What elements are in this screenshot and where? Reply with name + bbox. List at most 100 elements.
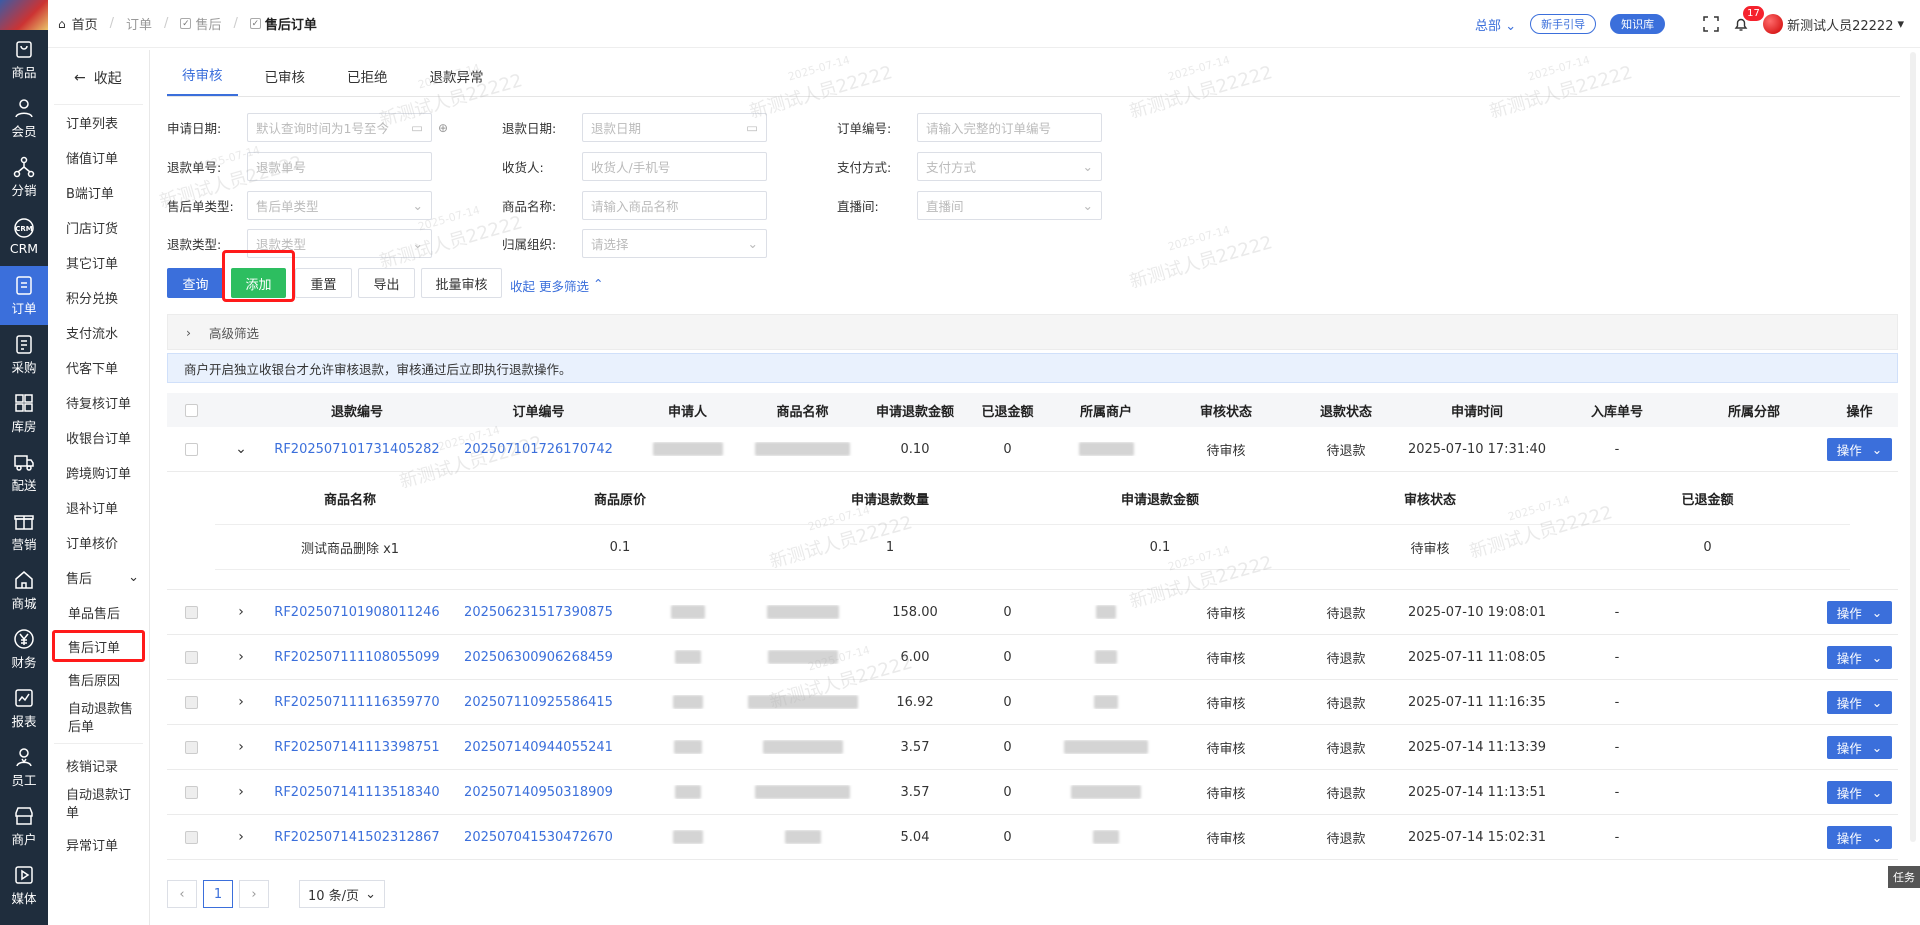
refund-no-input[interactable]: 退款单号	[247, 152, 432, 181]
order-no-link[interactable]: 202507140944055241	[447, 740, 630, 755]
live-select[interactable]: 直播间 ⌄	[917, 191, 1102, 220]
notification-button[interactable]: 17	[1733, 6, 1764, 32]
sidebar-item[interactable]: 订单列表	[48, 105, 149, 140]
expand-toggle[interactable]: ›	[215, 694, 267, 710]
goods-name-input[interactable]: 请输入商品名称	[582, 191, 767, 220]
refund-no-link[interactable]: RF202507141113398751	[267, 740, 447, 755]
sidebar-item[interactable]: 门店订货	[48, 210, 149, 245]
sidebar-item[interactable]: 支付流水	[48, 315, 149, 350]
operation-dropdown[interactable]: 操作 ⌄	[1826, 825, 1893, 849]
order-no-link[interactable]: 202506231517390875	[447, 605, 630, 620]
sidebar-item[interactable]: 代客下单	[48, 350, 149, 385]
order-no-link[interactable]: 202507101726170742	[447, 442, 630, 457]
tab-2[interactable]: 已拒绝	[332, 66, 403, 96]
sidebar-sub-item[interactable]: 售后订单	[52, 630, 145, 662]
next-page-button[interactable]: ›	[239, 880, 269, 908]
sidebar-item[interactable]: 退补订单	[48, 490, 149, 525]
org-select[interactable]: 请选择 ⌄	[582, 229, 767, 258]
operation-dropdown[interactable]: 操作 ⌄	[1826, 690, 1893, 714]
expand-toggle[interactable]: ›	[215, 784, 267, 800]
breadcrumb-orders[interactable]: 订单	[126, 14, 152, 33]
rail-item-14[interactable]: 媒体	[0, 856, 48, 915]
sidebar-item[interactable]: 核销记录	[48, 748, 149, 783]
row-checkbox[interactable]	[184, 740, 198, 754]
row-checkbox[interactable]	[184, 785, 198, 799]
order-no-link[interactable]: 202507041530472670	[447, 830, 630, 845]
page-size-select[interactable]: 10 条/页 ⌄	[299, 880, 385, 908]
tab-3[interactable]: 退款异常	[415, 66, 499, 96]
expand-toggle[interactable]: ⌄	[215, 441, 267, 457]
order-no-link[interactable]: 202507110925586415	[447, 695, 630, 710]
sidebar-item[interactable]: 订单核价	[48, 525, 149, 560]
breadcrumb-home[interactable]: 首页	[72, 14, 98, 33]
operation-dropdown[interactable]: 操作 ⌄	[1826, 735, 1893, 759]
task-button[interactable]: 任务	[1888, 866, 1920, 888]
user-menu[interactable]: 新测试人员22222 ▾	[1763, 14, 1904, 34]
rail-item-11[interactable]: 报表	[0, 679, 48, 738]
after-type-select[interactable]: 售后单类型 ⌄	[247, 191, 432, 220]
rail-item-5[interactable]: 采购	[0, 325, 48, 384]
operation-dropdown[interactable]: 操作 ⌄	[1826, 600, 1893, 624]
export-button[interactable]: 导出	[358, 268, 415, 298]
refund-no-link[interactable]: RF202507141113518340	[267, 785, 447, 800]
sidebar-item[interactable]: 异常订单	[48, 827, 149, 862]
sidebar-collapse-button[interactable]: ← 收起	[48, 60, 149, 96]
add-circle-icon[interactable]: ⊕	[438, 121, 448, 135]
guide-button[interactable]: 新手引导	[1530, 14, 1597, 34]
sidebar-item[interactable]: 待复核订单	[48, 385, 149, 420]
order-no-link[interactable]: 202507140950318909	[447, 785, 630, 800]
row-checkbox[interactable]	[184, 695, 198, 709]
fullscreen-icon[interactable]	[1703, 16, 1719, 32]
select-all-checkbox[interactable]	[184, 403, 198, 417]
rail-item-8[interactable]: 营销	[0, 502, 48, 561]
tab-1[interactable]: 已审核	[250, 66, 321, 96]
rail-item-12[interactable]: 员工	[0, 738, 48, 797]
prev-page-button[interactable]: ‹	[167, 880, 197, 908]
operation-dropdown[interactable]: 操作 ⌄	[1826, 780, 1893, 804]
sidebar-group-aftersale[interactable]: 售后 ⌄	[48, 560, 149, 595]
refund-no-link[interactable]: RF202507101908011246	[267, 605, 447, 620]
rail-item-2[interactable]: 分销	[0, 148, 48, 207]
refund-no-link[interactable]: RF202507111116359770	[267, 695, 447, 710]
query-button[interactable]: 查询	[167, 268, 224, 298]
refund-date-input[interactable]: 退款日期 ▭	[582, 113, 767, 142]
knowledge-base-button[interactable]: 知识库	[1610, 14, 1666, 34]
refund-no-link[interactable]: RF202507111108055099	[267, 650, 447, 665]
pay-method-select[interactable]: 支付方式 ⌄	[917, 152, 1102, 181]
rail-item-3[interactable]: CRM CRM	[0, 207, 48, 266]
rail-item-7[interactable]: 配送	[0, 443, 48, 502]
row-checkbox[interactable]	[184, 442, 198, 456]
row-checkbox[interactable]	[184, 605, 198, 619]
rail-item-9[interactable]: 商城	[0, 561, 48, 620]
rail-item-6[interactable]: 库房	[0, 384, 48, 443]
sidebar-item[interactable]: 跨境购订单	[48, 455, 149, 490]
page-scrollbar[interactable]	[1910, 52, 1916, 842]
add-button[interactable]: 添加	[231, 268, 286, 298]
batch-audit-button[interactable]: 批量审核	[421, 268, 502, 298]
page-number[interactable]: 1	[203, 880, 233, 908]
row-checkbox[interactable]	[184, 830, 198, 844]
sidebar-item[interactable]: 储值订单	[48, 140, 149, 175]
sidebar-sub-item[interactable]: 售后原因	[48, 662, 149, 697]
tab-0[interactable]: 待审核	[167, 64, 238, 96]
expand-toggle[interactable]: ›	[215, 739, 267, 755]
rail-item-4[interactable]: 订单	[0, 266, 48, 325]
row-checkbox[interactable]	[184, 650, 198, 664]
expand-toggle[interactable]: ›	[215, 649, 267, 665]
breadcrumb-aftersale[interactable]: ✓ 售后	[180, 14, 221, 33]
sidebar-sub-item[interactable]: 自动退款售后单	[48, 697, 149, 741]
refund-no-link[interactable]: RF202507101731405282	[267, 442, 447, 457]
more-filter-toggle[interactable]: 收起 更多筛选 ⌃	[510, 276, 604, 295]
order-no-input[interactable]: 请输入完整的订单编号	[917, 113, 1102, 142]
sidebar-item[interactable]: 其它订单	[48, 245, 149, 280]
rail-item-0[interactable]: 商品	[0, 30, 48, 89]
sidebar-item[interactable]: 自动退款订单	[48, 783, 149, 827]
rail-item-13[interactable]: 商户	[0, 797, 48, 856]
reset-button[interactable]: 重置	[295, 268, 352, 298]
rail-item-10[interactable]: 财务	[0, 620, 48, 679]
operation-dropdown[interactable]: 操作 ⌄	[1826, 437, 1893, 461]
sidebar-item[interactable]: 积分兑换	[48, 280, 149, 315]
hq-dropdown[interactable]: 总部 ⌄	[1475, 15, 1516, 34]
apply-date-input[interactable]: 默认查询时间为1号至今 ▭	[247, 113, 432, 142]
operation-dropdown[interactable]: 操作 ⌄	[1826, 645, 1893, 669]
